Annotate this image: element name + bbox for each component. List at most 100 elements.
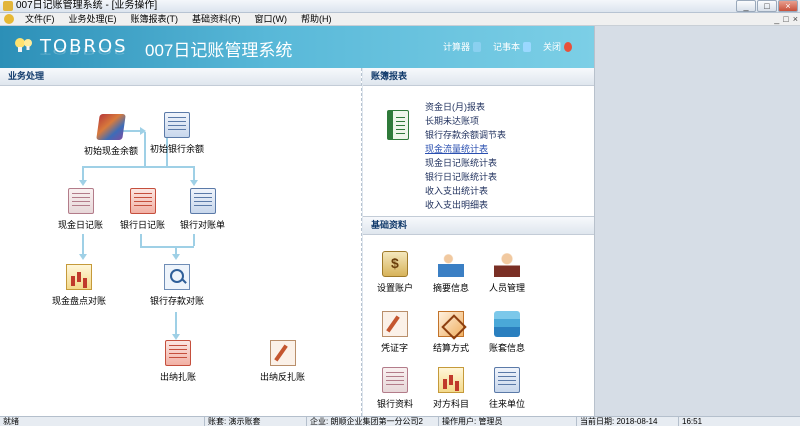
menu-app-icon[interactable]: [4, 14, 14, 24]
bank-journal-label: 银行日记账: [120, 220, 166, 230]
cash-check-node[interactable]: 现金盘点对账: [52, 264, 106, 307]
report-item-income-expense-stats[interactable]: 收入支出统计表: [425, 184, 506, 198]
pen-icon: [269, 340, 296, 366]
close-icon: [564, 41, 572, 52]
mdi-restore-button[interactable]: □: [783, 13, 788, 25]
settlement-method-label: 结算方式: [433, 343, 470, 353]
connector-line: [140, 246, 194, 248]
app-icon: [3, 1, 13, 11]
reports-panel-header: 账簿报表: [363, 68, 594, 86]
menu-window[interactable]: 窗口(W): [248, 13, 295, 25]
counter-account-node[interactable]: 对方科目: [433, 367, 469, 410]
close-label: 关闭: [542, 42, 561, 52]
bank-info-node[interactable]: 银行资料: [377, 367, 413, 410]
bank-info-label: 银行资料: [377, 399, 414, 409]
connector-arrow: [190, 180, 198, 186]
cash-journal-node[interactable]: 现金日记账: [58, 188, 103, 231]
cash-journal-icon: [67, 188, 94, 214]
connector-line: [193, 234, 195, 246]
status-time: 16:51: [678, 417, 702, 426]
report-item-fund-daily[interactable]: 资金日(月)报表: [425, 100, 506, 114]
business-panel-header: 业务处理: [0, 68, 361, 86]
connector-arrow: [172, 254, 180, 260]
mdi-close-button[interactable]: ×: [793, 13, 798, 25]
status-bar: 就绪 账套: 演示账套 企业: 朗顺企业集团第一分公司2 操作用户: 管理员 当…: [0, 416, 800, 426]
close-books-icon: [165, 340, 191, 366]
report-item-cash-flow[interactable]: 现金流量统计表: [425, 142, 506, 156]
staff-management-node[interactable]: 人员管理: [489, 251, 525, 294]
bank-deposit-check-label: 银行存款对账: [150, 296, 205, 306]
lightbulb-logo-icon: [15, 38, 32, 52]
bank-journal-node[interactable]: 银行日记账: [120, 188, 165, 231]
app-header: TOBROS TOBROS 007日记账管理系统 计算器 记事本 关闭: [0, 26, 594, 68]
connector-line: [144, 132, 146, 166]
bank-statement-icon: [189, 188, 216, 214]
window-title: 007日记账管理系统 - [业务操作]: [16, 0, 158, 11]
cash-journal-label: 现金日记账: [58, 220, 104, 230]
reverse-close-label: 出纳反扎账: [260, 372, 306, 382]
connector-line: [82, 166, 194, 168]
app-title: 007日记账管理系统: [145, 41, 293, 60]
empty-workspace: [594, 26, 800, 416]
basic-data-panel: 基础资料 设置账户 摘要信息 人员管理 凭证字 结算方式 账套信息 银行资料 对…: [363, 216, 594, 416]
basic-data-panel-header: 基础资料: [363, 217, 594, 235]
report-item-income-expense-detail[interactable]: 收入支出明细表: [425, 198, 506, 212]
report-item-cash-journal-stats[interactable]: 现金日记账统计表: [425, 156, 506, 170]
notepad-link[interactable]: 记事本: [493, 40, 531, 53]
partner-unit-icon: [494, 367, 520, 393]
voucher-type-node[interactable]: 凭证字: [381, 311, 408, 354]
counter-account-label: 对方科目: [433, 399, 470, 409]
stack-icon: [494, 311, 520, 337]
connector-line: [175, 312, 177, 336]
account-set-info-label: 账套信息: [489, 343, 526, 353]
account-set-info-node[interactable]: 账套信息: [489, 311, 525, 354]
reports-panel: 账簿报表 资金日(月)报表 长期未达账项 银行存款余额调节表 现金流量统计表 现…: [363, 68, 594, 216]
window-controls: _ □ ×: [736, 0, 798, 13]
connector-line: [140, 234, 142, 246]
setup-account-node[interactable]: 设置账户: [377, 251, 413, 294]
settlement-method-node[interactable]: 结算方式: [433, 311, 469, 354]
partner-unit-node[interactable]: 往来单位: [489, 367, 525, 410]
status-user: 操作用户: 管理员: [438, 417, 502, 426]
status-user-value: 管理员: [478, 417, 503, 426]
menu-basic-data[interactable]: 基础资料(R): [185, 13, 248, 25]
cash-cards-icon: [96, 114, 126, 140]
close-books-label: 出纳扎账: [160, 372, 197, 382]
notepad-icon: [522, 41, 531, 52]
report-item-long-outstanding[interactable]: 长期未达账项: [425, 114, 506, 128]
status-state: 就绪: [3, 417, 19, 426]
bank-deposit-check-node[interactable]: 银行存款对账: [150, 264, 204, 307]
bank-reconcile-node[interactable]: 银行对账单: [180, 188, 225, 231]
calculator-icon: [472, 41, 481, 52]
report-item-bank-journal-stats[interactable]: 银行日记账统计表: [425, 170, 506, 184]
staff-management-label: 人员管理: [489, 283, 526, 293]
connector-arrow: [79, 180, 87, 186]
counter-account-icon: [438, 367, 464, 393]
report-book-icon: [387, 110, 409, 140]
menu-reports[interactable]: 账簿报表(T): [124, 13, 186, 25]
mdi-controls: _ □ ×: [774, 13, 798, 25]
close-link[interactable]: 关闭: [543, 40, 572, 53]
status-date: 当前日期: 2018-08-14: [576, 417, 657, 426]
menu-business[interactable]: 业务处理(E): [62, 13, 124, 25]
minimize-button[interactable]: _: [736, 0, 756, 12]
calculator-link[interactable]: 计算器: [443, 40, 481, 53]
status-account-label: 账套:: [208, 417, 227, 426]
menu-help[interactable]: 帮助(H): [294, 13, 339, 25]
init-cash-label: 初始现金余额: [84, 146, 139, 156]
mdi-minimize-button[interactable]: _: [774, 13, 779, 25]
menu-file[interactable]: 文件(F): [18, 13, 62, 25]
reverse-close-node[interactable]: 出纳反扎账: [260, 340, 305, 383]
init-bank-node[interactable]: 初始银行余额: [150, 112, 204, 155]
bank-ledger-icon: [164, 112, 190, 138]
maximize-button[interactable]: □: [757, 0, 777, 12]
business-panel: 业务处理 初始现金余额 初始银行余额 现金日记账 银行日记账 银行对账单 现金盘…: [0, 68, 362, 416]
init-cash-node[interactable]: 初始现金余额: [84, 114, 138, 157]
close-books-node[interactable]: 出纳扎账: [160, 340, 196, 383]
close-window-button[interactable]: ×: [778, 0, 798, 12]
report-item-bank-reconciliation[interactable]: 银行存款余额调节表: [425, 128, 506, 142]
summary-info-node[interactable]: 摘要信息: [433, 251, 469, 294]
person-icon: [494, 251, 520, 277]
title-bar: 007日记账管理系统 - [业务操作] _ □ ×: [0, 0, 800, 13]
report-list: 资金日(月)报表 长期未达账项 银行存款余额调节表 现金流量统计表 现金日记账统…: [425, 100, 506, 212]
